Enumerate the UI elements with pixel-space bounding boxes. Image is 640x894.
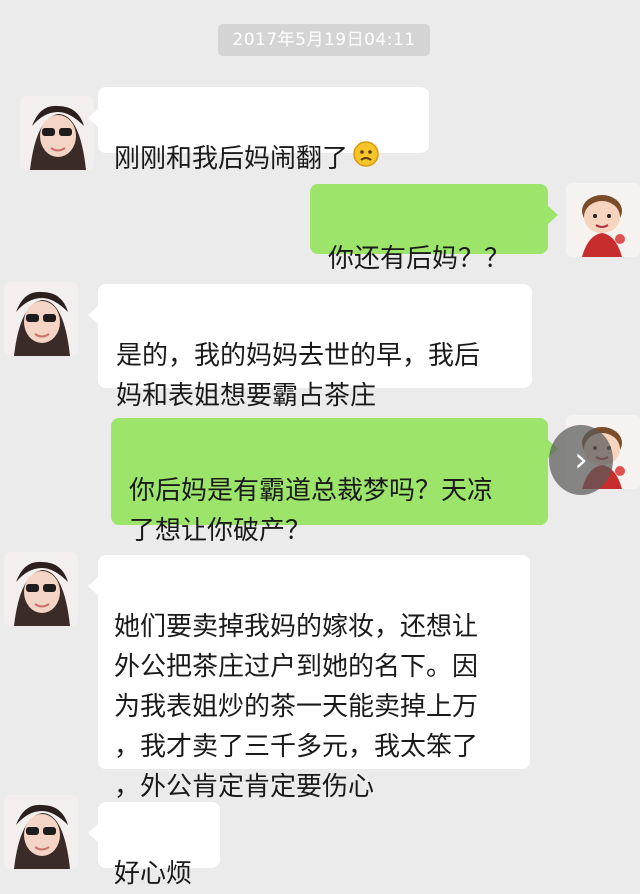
message-bubble[interactable]: 你还有后妈？？ [310, 184, 558, 274]
message-text: 好心烦 [114, 859, 193, 889]
message-bubble[interactable]: 好心烦 [88, 802, 220, 889]
message-bubble[interactable]: 是的，我的妈妈去世的早，我后 妈和表姐想要霸占茶庄 [88, 284, 532, 411]
avatar-girl-icon [4, 282, 78, 356]
avatar-girl-icon [20, 96, 94, 170]
chat-timestamp: 2017年5月19日04:11 [218, 24, 430, 56]
avatar-girl-icon [4, 795, 78, 869]
message-text: 刚刚和我后妈闹翻了 [114, 144, 349, 174]
avatar-girl[interactable] [4, 552, 78, 626]
chevron-right-icon: › [574, 440, 588, 480]
message-text: 你还有后妈？？ [328, 244, 511, 274]
avatar-girl-icon [4, 552, 78, 626]
message-text: 她们要卖掉我妈的嫁妆，还想让 外公把茶庄过户到她的名下。因 为我表姐炒的茶一天能… [114, 612, 479, 802]
avatar-girl[interactable] [4, 795, 78, 869]
avatar-girl[interactable] [4, 282, 78, 356]
avatar-girl[interactable] [20, 96, 94, 170]
next-arrow-button[interactable]: › [549, 425, 613, 495]
message-bubble[interactable]: 刚刚和我后妈闹翻了 [88, 87, 429, 174]
message-bubble[interactable]: 她们要卖掉我妈的嫁妆，还想让 外公把茶庄过户到她的名下。因 为我表姐炒的茶一天能… [88, 555, 530, 802]
message-text: 是的，我的妈妈去世的早，我后 妈和表姐想要霸占茶庄 [116, 341, 481, 411]
avatar-cartoon-icon [566, 183, 640, 257]
sad-face-icon [352, 140, 380, 180]
message-bubble[interactable]: 你后妈是有霸道总裁梦吗？天凉 了想让你破产？ [111, 418, 558, 546]
avatar-cartoon[interactable] [566, 183, 640, 257]
message-text: 你后妈是有霸道总裁梦吗？天凉 了想让你破产？ [129, 476, 494, 546]
